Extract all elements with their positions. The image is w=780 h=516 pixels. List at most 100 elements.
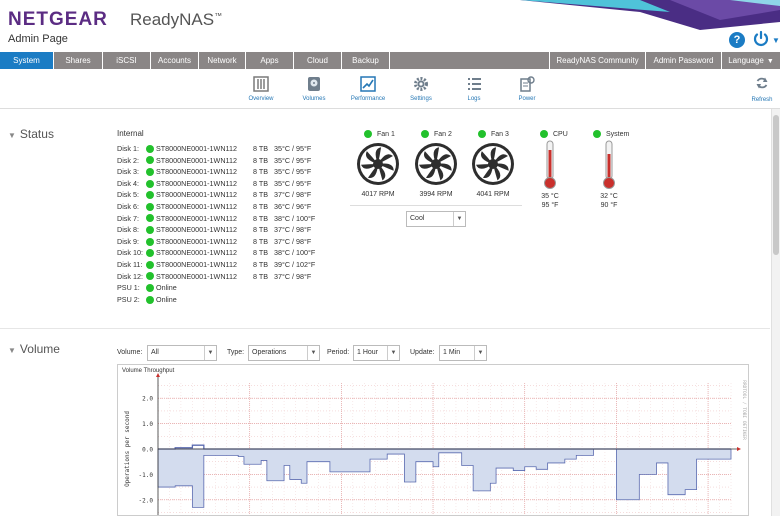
- subnav-overview[interactable]: Overview: [236, 75, 286, 102]
- disk-temp: 36°C / 96°F: [274, 201, 312, 211]
- tab-backup[interactable]: Backup: [342, 52, 390, 69]
- disk-model: ST8000NE0001-1WN112: [156, 213, 237, 223]
- product-name: ReadyNAS™: [130, 10, 223, 29]
- page-scrollbar[interactable]: [771, 109, 780, 516]
- chevron-down-icon: ▼: [453, 212, 465, 226]
- y-tick-label: -1.0: [139, 472, 154, 479]
- disk-temp: 37°C / 98°F: [274, 271, 312, 281]
- chevron-down-icon[interactable]: ▼: [772, 36, 780, 45]
- chevron-down-icon: ▼: [387, 346, 399, 360]
- tab-shares[interactable]: Shares: [54, 52, 103, 69]
- chevron-down-icon: ▼: [766, 58, 774, 65]
- gear-icon: [414, 77, 428, 91]
- disk-label: Disk 10:: [117, 248, 143, 258]
- disk-capacity: 8 TB: [253, 155, 269, 165]
- cpu-thermometer-icon: [544, 140, 556, 189]
- disk-model: ST8000NE0001-1WN112: [156, 259, 237, 269]
- disk-label: Disk 8:: [117, 225, 139, 235]
- disk-temp: 35°C / 95°F: [274, 155, 312, 165]
- community-link[interactable]: ReadyNAS Community: [550, 52, 646, 69]
- volume-select[interactable]: All ▼: [147, 345, 217, 361]
- disk-model: ST8000NE0001-1WN112: [156, 271, 237, 281]
- disk-row: Disk 12: ST8000NE0001-1WN112 8 TB 37°C / 98…: [117, 271, 315, 283]
- tab-network[interactable]: Network: [199, 52, 246, 69]
- volume-filter-label: Volume:: [117, 349, 143, 356]
- psu-state: Online: [156, 283, 177, 293]
- subnav-logs[interactable]: Logs: [449, 75, 499, 102]
- disk-row: Disk 11: ST8000NE0001-1WN112 8 TB 39°C / 10…: [117, 259, 315, 271]
- sub-nav: Overview Volumes Performance Settings Lo…: [0, 69, 780, 109]
- disk-row: Disk 1: ST8000NE0001-1WN112 8 TB 35°C / 95°…: [117, 143, 315, 155]
- help-icon[interactable]: ?: [729, 32, 745, 48]
- update-select[interactable]: 1 Min ▼: [439, 345, 487, 361]
- subnav-volumes[interactable]: Volumes: [289, 75, 339, 102]
- collapse-triangle-icon: ▼: [8, 346, 16, 355]
- power-icon[interactable]: [752, 30, 772, 50]
- disk-capacity: 8 TB: [253, 190, 269, 200]
- status-section-toggle[interactable]: ▼ Status: [8, 127, 54, 141]
- disk-model: ST8000NE0001-1WN112: [156, 190, 237, 200]
- rrdtool-watermark: RRDTOOL / TOBI OETIKER: [741, 380, 747, 440]
- tab-apps[interactable]: Apps: [246, 52, 294, 69]
- disk-capacity: 8 TB: [253, 225, 269, 235]
- disk-row: Disk 4: ST8000NE0001-1WN112 8 TB 35°C / 95°…: [117, 178, 315, 190]
- type-select[interactable]: Operations ▼: [248, 345, 320, 361]
- status-ok-icon: [146, 214, 154, 223]
- status-ok-icon: [146, 167, 154, 176]
- cpu-temp: 35 °C 95 °F: [541, 193, 559, 209]
- section-divider: [0, 328, 770, 329]
- fan-mode-select[interactable]: Cool ▼: [406, 211, 466, 227]
- tab-iscsi[interactable]: iSCSI: [103, 52, 151, 69]
- disk-temp: 39°C / 102°F: [274, 259, 316, 269]
- psu-row: PSU 2: Online: [117, 294, 315, 306]
- psu-label: PSU 1:: [117, 283, 140, 293]
- psu-label: PSU 2:: [117, 294, 140, 304]
- refresh-icon: [756, 77, 768, 89]
- subnav-performance[interactable]: Performance: [343, 75, 393, 102]
- disk-label: Disk 7:: [117, 213, 139, 223]
- disk-row: Disk 10: ST8000NE0001-1WN112 8 TB 38°C / 10…: [117, 247, 315, 259]
- main-nav: System Shares iSCSI Accounts Network App…: [0, 52, 780, 69]
- disk-temp: 38°C / 100°F: [274, 213, 316, 223]
- scrollbar-thumb[interactable]: [773, 115, 779, 255]
- period-select[interactable]: 1 Hour ▼: [353, 345, 400, 361]
- volume-section-toggle[interactable]: ▼ Volume: [8, 342, 60, 356]
- netgear-logo: NETGEAR: [8, 9, 108, 30]
- chart-title: Volume Throughput: [122, 368, 175, 374]
- refresh-button[interactable]: Refresh: [748, 76, 776, 103]
- tab-system[interactable]: System: [0, 52, 54, 69]
- disk-capacity: 8 TB: [253, 213, 269, 223]
- disk-temp: 37°C / 98°F: [274, 236, 312, 246]
- status-ok-icon: [146, 202, 154, 211]
- disk-label: Disk 5:: [117, 190, 139, 200]
- disk-row: Disk 3: ST8000NE0001-1WN112 8 TB 35°C / 95°…: [117, 166, 315, 178]
- power-settings-icon: [520, 76, 535, 92]
- fan-icon: [415, 143, 457, 185]
- chevron-down-icon: ▼: [307, 346, 319, 360]
- chevron-down-icon: ▼: [204, 346, 216, 360]
- y-tick-label: 0.0: [142, 447, 153, 454]
- fan2-label: Fan 2: [421, 130, 452, 138]
- disk-list: Disk 1: ST8000NE0001-1WN112 8 TB 35°C / 95°…: [117, 143, 315, 305]
- performance-icon: [360, 76, 376, 92]
- disk-capacity: 8 TB: [253, 236, 269, 246]
- disk-capacity: 8 TB: [253, 248, 269, 258]
- disk-model: ST8000NE0001-1WN112: [156, 144, 237, 153]
- collapse-triangle-icon: ▼: [8, 131, 16, 140]
- status-ok-icon: [146, 156, 154, 165]
- disk-capacity: 8 TB: [253, 178, 269, 188]
- fan2-rpm: 3994 RPM: [419, 191, 453, 198]
- disk-label: Disk 1:: [117, 144, 139, 153]
- tab-accounts[interactable]: Accounts: [151, 52, 199, 69]
- language-menu[interactable]: Language ▼: [722, 52, 780, 69]
- subnav-settings[interactable]: Settings: [396, 75, 446, 102]
- admin-password-link[interactable]: Admin Password: [646, 52, 722, 69]
- status-ok-icon: [146, 260, 154, 269]
- system-thermometer-icon: [603, 140, 615, 189]
- disk-temp: 38°C / 100°F: [274, 248, 316, 258]
- disk-label: Disk 3:: [117, 167, 139, 177]
- volumes-icon: [308, 77, 320, 91]
- status-ok-icon: [146, 237, 154, 246]
- subnav-power[interactable]: Power: [502, 75, 552, 102]
- tab-cloud[interactable]: Cloud: [294, 52, 342, 69]
